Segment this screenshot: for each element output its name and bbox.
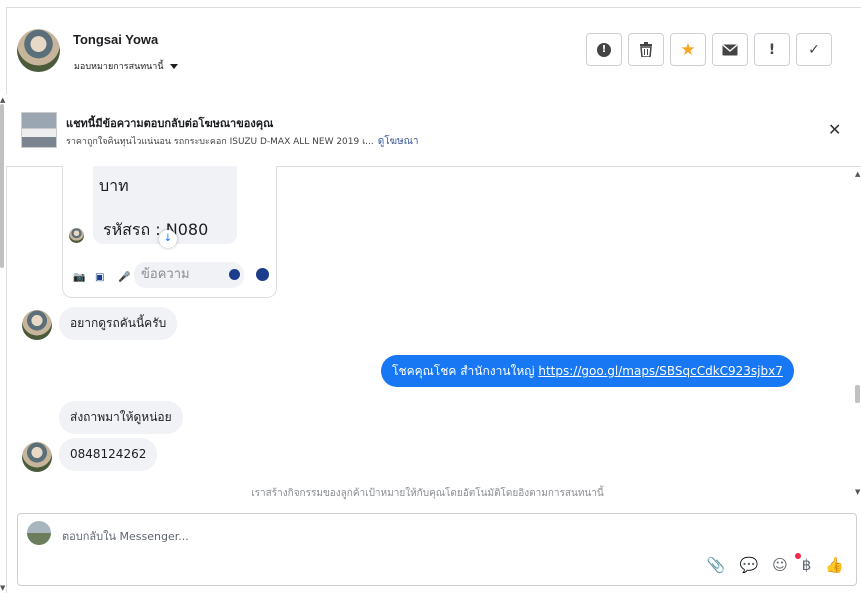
paperclip-icon[interactable]: 📎	[707, 556, 726, 574]
ad-description-text: ราคาถูกใจคินทุนไวแน่นอน รถกระบะคอก ISUZU…	[66, 137, 374, 147]
right-scroll-down-icon[interactable]: ▼	[855, 488, 860, 496]
view-ad-link[interactable]: ดูโฆษณา	[378, 136, 419, 147]
header-actions: ! ★ ! ✓	[586, 33, 832, 66]
left-scroll-down-icon[interactable]: ▼	[0, 584, 5, 592]
delete-button[interactable]	[628, 33, 664, 66]
assign-conversation-dropdown[interactable]: มอบหมายการสนทนานี้	[74, 59, 178, 73]
reply-composer[interactable]: ตอบกลับใน Messenger... 📎 💬 ☺ ฿ 👍	[17, 513, 857, 586]
check-icon: ✓	[808, 41, 820, 58]
incoming-message[interactable]: 0848124262	[59, 438, 158, 471]
sender-avatar[interactable]	[22, 310, 52, 340]
widget-input-placeholder: ข้อความ	[141, 267, 190, 282]
menu-icon[interactable]	[256, 268, 269, 281]
caret-down-icon	[169, 63, 178, 69]
lead-activity-notice: เราสร้างกิจกรรมของลูกค้าเป้าหมายให้กับคุ…	[251, 488, 604, 499]
composer-tools: 📎 💬 ☺ ฿ 👍	[707, 556, 844, 574]
right-scrollbar[interactable]	[855, 385, 860, 403]
star-button[interactable]: ★	[670, 33, 706, 66]
right-scroll-up-icon[interactable]: ▲	[855, 170, 860, 178]
mark-spam-button[interactable]: !	[586, 33, 622, 66]
reply-input-placeholder[interactable]: ตอบกลับใน Messenger...	[62, 527, 189, 545]
close-icon[interactable]: ✕	[828, 120, 841, 139]
widget-composer: 📷 ▣ 🎤 ข้อความ	[63, 260, 276, 292]
ad-banner-description: ราคาถูกใจคินทุนไวแน่นอน รถกระบะคอก ISUZU…	[66, 134, 419, 149]
ad-thumbnail[interactable]	[21, 112, 57, 148]
emoji-icon[interactable]	[229, 269, 240, 280]
left-scroll-up-icon[interactable]: ▲	[0, 96, 5, 104]
trash-icon	[640, 42, 652, 57]
chat-bubble-icon[interactable]: 💬	[739, 556, 758, 574]
maps-link[interactable]: https://goo.gl/maps/SBSqcCdkC923sjbx7	[538, 364, 783, 378]
contact-avatar[interactable]	[17, 29, 60, 72]
conversation-header: Tongsai Yowa มอบหมายการสนทนานี้ ! ★ ! ✓	[6, 8, 861, 95]
outgoing-message[interactable]: โชคคุณโชค สำนักงานใหญ่ https://goo.gl/ma…	[381, 355, 794, 387]
widget-line-code: รหัสรถ : N080	[103, 220, 209, 239]
camera-icon[interactable]: 📷	[73, 272, 85, 283]
incoming-message[interactable]: ส่งถาพมาให้ดูหน่อย	[59, 401, 183, 434]
page-avatar	[27, 521, 51, 545]
incoming-message[interactable]: อยากดูรถคันนี้ครับ	[59, 307, 178, 340]
contact-name[interactable]: Tongsai Yowa	[73, 32, 158, 47]
left-scrollbar[interactable]	[0, 104, 4, 268]
widget-line-price: บาท	[99, 176, 129, 195]
thumbs-up-icon[interactable]: 👍	[825, 556, 844, 574]
scroll-down-arrow-icon[interactable]: ↓	[159, 230, 177, 248]
mark-unread-button[interactable]	[712, 33, 748, 66]
image-icon[interactable]: ▣	[95, 272, 104, 283]
follow-up-button[interactable]: !	[754, 33, 790, 66]
alert-circle-icon: !	[597, 42, 611, 57]
smile-icon[interactable]: ☺	[772, 556, 788, 574]
widget-message-input[interactable]: ข้อความ	[134, 262, 244, 288]
baht-icon[interactable]: ฿	[802, 556, 812, 574]
star-icon: ★	[680, 39, 696, 60]
exclamation-icon: !	[768, 41, 776, 58]
ad-reply-banner: แชทนี้มีข้อความตอบกลับต่อโฆษณาของคุณ ราค…	[6, 94, 861, 167]
envelope-icon	[722, 43, 738, 55]
sender-avatar[interactable]	[22, 442, 52, 472]
mark-done-button[interactable]: ✓	[796, 33, 832, 66]
notification-dot	[795, 553, 801, 559]
microphone-icon[interactable]: 🎤	[118, 272, 130, 283]
ad-banner-title: แชทนี้มีข้อความตอบกลับต่อโฆษณาของคุณ	[66, 117, 274, 130]
messenger-widget-preview: บาท รหัสรถ : N080 ↓ 📷 ▣ 🎤 ข้อความ	[62, 166, 277, 298]
outgoing-message-text: โชคคุณโชค สำนักงานใหญ่	[392, 364, 539, 378]
widget-avatar	[69, 228, 84, 243]
assign-label: มอบหมายการสนทนานี้	[74, 62, 164, 72]
